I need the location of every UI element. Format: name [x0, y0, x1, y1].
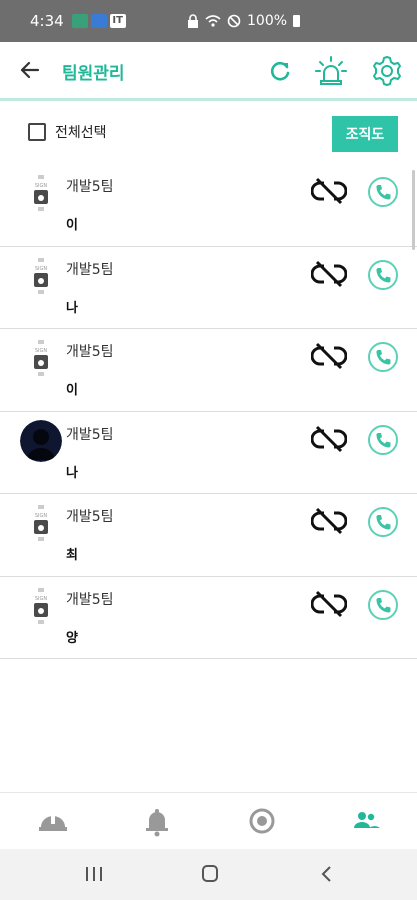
- page-title: 팀원관리: [62, 64, 125, 84]
- arrow-left-icon[interactable]: [16, 56, 44, 84]
- member-list: SIGN 개발5팀 이 SIGN 개발5팀 나 SIGN 개발5팀 이 개발5팀…: [0, 164, 417, 659]
- member-name: 최: [66, 548, 78, 563]
- call-button[interactable]: [368, 507, 398, 537]
- member-team: 개발5팀: [66, 344, 114, 360]
- sign-logo-icon: SIGN: [34, 175, 48, 211]
- member-row[interactable]: 개발5팀 나: [0, 411, 417, 494]
- battery-text: 100%: [247, 13, 288, 29]
- member-row[interactable]: SIGN 개발5팀 최: [0, 494, 417, 577]
- phone-icon: [376, 267, 391, 282]
- phone-icon: [376, 432, 391, 447]
- gallery-notification-icon: [71, 14, 88, 28]
- bell-icon[interactable]: [139, 803, 175, 839]
- call-button[interactable]: [368, 342, 398, 372]
- team-management-screen: 4:34 IT 100% 팀원관리 전체선택 조직도 SIGN 개발5팀 이 S…: [0, 0, 417, 900]
- sign-logo-icon: SIGN: [34, 340, 48, 376]
- select-all-label: 전체선택: [55, 125, 107, 141]
- back-icon[interactable]: [309, 859, 345, 889]
- lock-icon: [188, 14, 198, 28]
- avatar: SIGN: [20, 584, 62, 627]
- sign-logo-icon: SIGN: [34, 505, 48, 541]
- selection-toolbar: 전체선택 조직도: [0, 104, 417, 164]
- system-nav-bar: [0, 849, 417, 900]
- org-chart-button[interactable]: 조직도: [332, 116, 398, 152]
- sign-logo-icon: SIGN: [34, 257, 48, 294]
- member-name: 이: [66, 383, 78, 398]
- phone-icon: [376, 515, 391, 530]
- svg-text:SIGN: SIGN: [35, 348, 48, 354]
- status-bar: 4:34 IT 100%: [0, 0, 417, 42]
- link-off-icon[interactable]: [311, 342, 347, 370]
- phone-icon: [376, 185, 391, 200]
- member-name: 이: [66, 218, 78, 233]
- member-row[interactable]: SIGN 개발5팀 이: [0, 164, 417, 247]
- record-icon[interactable]: [244, 803, 280, 839]
- member-team: 개발5팀: [66, 591, 114, 608]
- it-notification-icon: IT: [109, 14, 126, 28]
- phone-icon: [376, 597, 391, 612]
- member-team: 개발5팀: [66, 261, 114, 278]
- member-name: 나: [66, 300, 78, 316]
- link-off-icon[interactable]: [311, 590, 347, 618]
- hardhat-icon[interactable]: [35, 803, 71, 839]
- siren-icon[interactable]: [314, 54, 348, 88]
- call-button[interactable]: [368, 589, 398, 620]
- member-team: 개발5팀: [66, 426, 114, 443]
- gear-icon[interactable]: [370, 54, 404, 88]
- bottom-nav: [0, 792, 417, 849]
- svg-text:SIGN: SIGN: [35, 513, 48, 519]
- call-button[interactable]: [368, 177, 398, 207]
- avatar: SIGN: [20, 254, 62, 297]
- avatar: [20, 419, 62, 462]
- link-off-icon[interactable]: [311, 507, 347, 535]
- avatar: SIGN: [20, 172, 62, 214]
- refresh-icon[interactable]: [263, 54, 297, 88]
- avatar: SIGN: [20, 502, 62, 544]
- scrollbar[interactable]: [412, 170, 415, 250]
- dnd-icon: [227, 14, 241, 28]
- svg-text:SIGN: SIGN: [35, 266, 48, 272]
- recents-icon[interactable]: [76, 859, 112, 889]
- call-button[interactable]: [368, 259, 398, 290]
- team-icon[interactable]: [348, 803, 384, 839]
- status-time: 4:34: [30, 12, 64, 30]
- profile-photo: [20, 419, 62, 462]
- app-header: 팀원관리: [0, 42, 417, 101]
- home-icon[interactable]: [192, 859, 228, 889]
- wifi-icon: [205, 15, 221, 27]
- svg-text:SIGN: SIGN: [35, 596, 48, 602]
- phone-icon: [376, 350, 391, 365]
- battery-icon: [293, 15, 301, 27]
- member-name: 나: [66, 465, 78, 481]
- member-name: 양: [66, 630, 78, 646]
- sign-logo-icon: SIGN: [34, 587, 48, 624]
- member-row[interactable]: SIGN 개발5팀 나: [0, 246, 417, 329]
- member-team: 개발5팀: [66, 509, 114, 525]
- app-notification-icon: [90, 14, 107, 28]
- member-team: 개발5팀: [66, 179, 114, 195]
- link-off-icon[interactable]: [311, 177, 347, 205]
- call-button[interactable]: [368, 424, 398, 455]
- link-off-icon[interactable]: [311, 425, 347, 453]
- member-row[interactable]: SIGN 개발5팀 이: [0, 329, 417, 412]
- select-all-checkbox[interactable]: [28, 123, 46, 141]
- member-row[interactable]: SIGN 개발5팀 양: [0, 576, 417, 659]
- svg-text:SIGN: SIGN: [35, 183, 48, 189]
- link-off-icon[interactable]: [311, 260, 347, 288]
- avatar: SIGN: [20, 337, 62, 379]
